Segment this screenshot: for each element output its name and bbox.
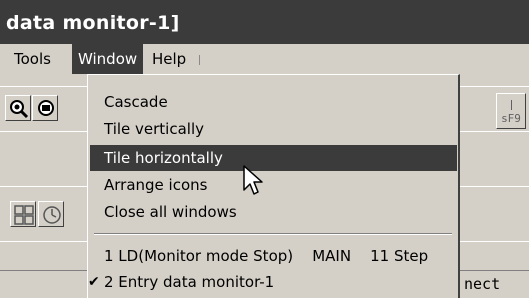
zoom-icon [10,100,29,119]
print-button[interactable] [32,95,58,121]
clock-button[interactable] [38,201,64,227]
menu-item-tile-vertically[interactable]: Tile vertically [90,116,457,142]
menu-bar: Tools Window Help [0,44,529,74]
fkey-bar-icon [511,100,512,110]
menu-item-label: 2 Entry data monitor-1 [104,273,275,291]
window-menu-dropdown: Cascade Tile vertically Tile horizontall… [87,74,460,298]
menu-item-label: Tile vertically [104,120,205,138]
title-bar: data monitor-1] [0,0,529,44]
grid-button[interactable] [10,201,36,227]
checkmark-icon: ✔ [88,274,100,290]
zoom-button[interactable] [5,95,31,121]
menu-item-arrange-icons[interactable]: Arrange icons [90,172,457,198]
menu-help[interactable]: Help [146,44,192,74]
grid-icon [14,205,34,225]
status-connect[interactable]: nect [459,270,529,298]
menu-item-window-2[interactable]: ✔ 2 Entry data monitor-1 [88,269,457,295]
menu-tools[interactable]: Tools [8,44,57,74]
menu-item-label: Tile horizontally [104,149,223,167]
fkey-label: sF9 [501,112,521,125]
menu-item-cascade[interactable]: Cascade [90,89,457,115]
print-icon [38,100,54,116]
menu-window[interactable]: Window [72,44,144,74]
menu-item-window-1[interactable]: 1 LD(Monitor mode Stop) MAIN 11 Step [90,243,457,269]
menu-separator [94,233,452,235]
menu-item-label: Close all windows [104,203,237,221]
fkey-sf9[interactable]: sF9 [496,93,526,129]
mouse-cursor-icon [243,165,263,195]
clock-icon [43,206,61,224]
menu-item-tile-horizontally[interactable]: Tile horizontally [90,145,457,171]
menu-item-label: 1 LD(Monitor mode Stop) MAIN 11 Step [104,247,429,265]
menu-item-label: Arrange icons [104,176,208,194]
menu-separator [199,55,200,65]
menu-item-close-all-windows[interactable]: Close all windows [90,199,457,225]
menu-item-label: Cascade [104,93,168,111]
window-title: data monitor-1] [6,12,180,34]
